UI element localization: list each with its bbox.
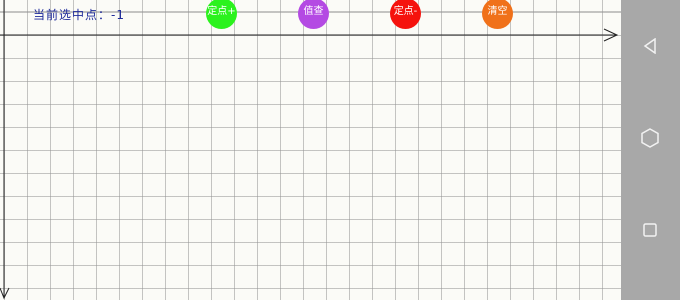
add-point-label: 定点+ <box>207 6 236 17</box>
nav-back-button[interactable] <box>635 31 665 61</box>
nav-home-button[interactable] <box>635 123 665 153</box>
nav-recent-button[interactable] <box>635 215 665 245</box>
axes-layer <box>0 0 619 300</box>
square-recent-icon <box>643 223 657 237</box>
selected-point-label: 当前选中点： <box>33 8 112 22</box>
remove-point-label: 定点- <box>393 6 418 17</box>
triangle-back-icon <box>643 38 656 54</box>
coordinate-canvas[interactable]: 当前选中点：-1 定点+ 值查 定点- 清空 <box>0 0 621 300</box>
selected-point-status: 当前选中点：-1 <box>33 6 125 23</box>
app-screen: 当前选中点：-1 定点+ 值查 定点- 清空 <box>0 0 680 300</box>
selected-point-value: -1 <box>111 8 125 22</box>
query-value-label: 值查 <box>303 6 324 17</box>
clear-label: 清空 <box>487 6 508 17</box>
system-navigation-bar <box>621 0 680 300</box>
hexagon-home-icon <box>641 128 659 148</box>
